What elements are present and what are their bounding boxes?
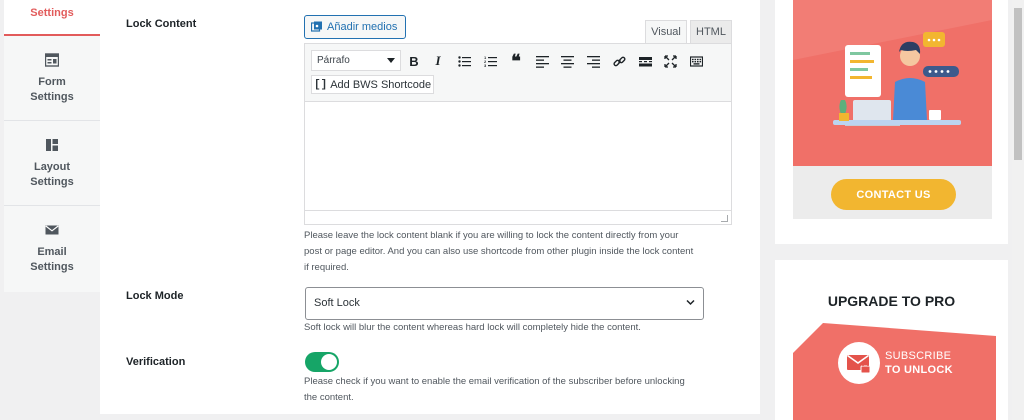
lock-content-help-line1: Please leave the lock content blank if y… [304,230,679,241]
subscribe-line2: TO UNLOCK [885,364,953,376]
blockquote-button[interactable]: ❝ [507,51,525,71]
contact-promo-card: CONTACT US [793,0,992,219]
settings-panel: Lock Content Añadir medios Visual HTML P… [100,0,760,414]
content-editor: Párrafo B I 123 ❝ [] Add BWS Shortcode [304,43,732,225]
lock-mode-value: Soft Lock [314,297,360,309]
format-select[interactable]: Párrafo [311,50,401,71]
bws-shortcode-label: Add BWS Shortcode [330,78,432,91]
read-more-button[interactable] [636,52,654,70]
keyboard-icon [689,55,703,67]
shortcode-bracket-icon: [] [314,78,328,91]
align-right-icon [586,55,600,68]
fullscreen-icon [663,54,677,68]
subscribe-promo-card: SUBSCRIBE TO UNLOCK [793,323,996,420]
toolbar-toggle-button[interactable] [687,52,705,70]
bullet-list-icon [457,55,471,67]
subscribe-line1: SUBSCRIBE [885,350,952,362]
upgrade-promo-box: UPGRADE TO PRO SUBSCRIBE TO UNLOCK [775,260,1008,420]
editor-toolbar: Párrafo B I 123 ❝ [] Add BWS Shortcode [305,44,731,102]
tab-settings[interactable]: Settings [4,0,100,36]
read-more-icon [638,56,652,66]
verification-help-line2: the content. [304,392,354,403]
form-icon [45,53,59,67]
lock-content-help-line2: post or page editor. And you can also us… [304,246,694,257]
numbered-list-button[interactable]: 123 [481,52,499,70]
align-center-icon [560,55,574,68]
align-center-button[interactable] [558,52,576,70]
svg-text:3: 3 [484,63,487,68]
layout-icon [46,139,58,151]
contact-us-button[interactable]: CONTACT US [831,179,956,210]
subscribe-text: SUBSCRIBE TO UNLOCK [885,349,953,377]
lock-mode-label: Lock Mode [126,290,184,302]
add-media-button[interactable]: Añadir medios [304,15,407,39]
lock-content-help-line3: if required. [304,262,349,273]
lock-content-label: Lock Content [126,18,197,30]
align-left-button[interactable] [533,52,551,70]
scrollbar-thumb[interactable] [1014,8,1022,160]
bullet-list-button[interactable] [455,52,473,70]
tab-html[interactable]: HTML [690,20,732,44]
content-editor-area[interactable] [305,102,731,211]
tab-email-line2: Settings [30,261,74,273]
verification-toggle[interactable] [305,352,339,372]
tab-email-line1: Email [37,246,67,258]
format-select-value: Párrafo [317,55,350,66]
envelope-icon [45,225,59,235]
link-icon [612,56,626,66]
upgrade-title: UPGRADE TO PRO [827,293,956,309]
tab-form-settings[interactable]: Form Settings [4,36,100,121]
tab-form-line2: Settings [30,91,74,103]
align-right-button[interactable] [584,52,602,70]
contact-promo-box: CONTACT US [775,0,1008,244]
tab-layout-line2: Settings [30,176,74,188]
verification-label: Verification [126,356,186,368]
tab-layout-line1: Layout [33,161,71,173]
verification-help: Please check if you want to enable the e… [304,374,704,406]
verification-help-line1: Please check if you want to enable the e… [304,376,685,387]
numbered-list-icon: 123 [484,55,497,68]
add-bws-shortcode-button[interactable]: [] Add BWS Shortcode [311,75,435,94]
support-agent-illustration [793,0,992,160]
caret-down-icon [387,58,395,63]
align-left-icon [535,55,549,68]
chevron-down-icon [686,299,695,306]
tab-visual[interactable]: Visual [645,20,687,44]
tab-settings-label: Settings [30,7,74,19]
fullscreen-button[interactable] [661,52,679,70]
subscribe-lock-icon [838,342,880,384]
editor-statusbar [305,210,731,224]
tab-layout-settings[interactable]: Layout Settings [4,121,100,206]
media-icon [311,21,322,32]
link-button[interactable] [610,52,628,70]
page-scrollbar[interactable] [1012,0,1024,420]
italic-button[interactable]: I [429,52,447,70]
bold-button[interactable]: B [405,52,423,70]
support-illustration [793,0,992,166]
lock-mode-help: Soft lock will blur the content whereas … [304,322,641,333]
add-media-label: Añadir medios [327,21,398,33]
settings-tabs: Settings Form Settings Layout Settings E… [4,0,100,292]
toggle-knob [321,354,337,370]
resize-grip-icon[interactable] [721,215,728,222]
tab-email-settings[interactable]: Email Settings [4,206,100,292]
lock-mode-select[interactable]: Soft Lock [305,287,704,320]
lock-content-help: Please leave the lock content blank if y… [304,228,704,276]
tab-form-line1: Form [38,76,66,88]
